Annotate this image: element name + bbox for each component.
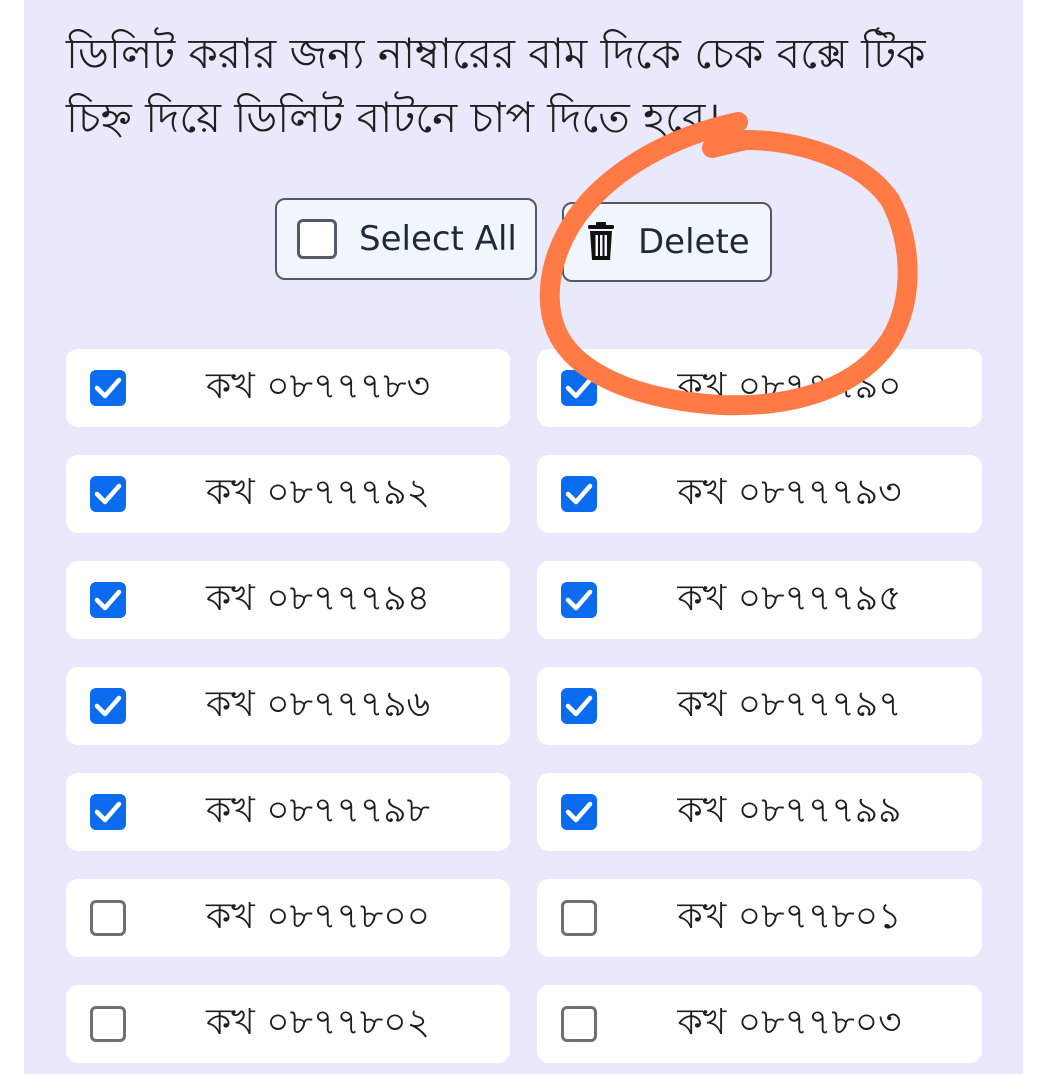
number-item[interactable]: কখ ০৮৭৭৭৯৫	[537, 561, 982, 639]
number-label: কখ ০৮৭৭৭৯৯	[677, 790, 902, 831]
instruction-text: ডিলিট করার জন্য নাম্বারের বাম দিকে চেক ব…	[66, 29, 926, 142]
number-label: কখ ০৮৭৭৮০২	[205, 1002, 431, 1043]
number-label: কখ ০৮৭৭৭৯৮	[206, 790, 430, 831]
number-item[interactable]: কখ ০৮৭৭৭৯৭	[537, 667, 982, 745]
number-label: কখ ০৮৭৭৭৯২	[205, 472, 431, 513]
number-item[interactable]: কখ ০৮৭৭৮০২	[66, 985, 510, 1063]
number-label: কখ ০৮৭৭৭৯৪	[206, 578, 430, 619]
number-label: কখ ০৮৭৭৭৯৫	[677, 578, 902, 619]
number-label: কখ ০৮৭৭৭৯৭	[677, 684, 902, 725]
number-list: কখ ০৮৭৭৭৮৩ কখ ০৮৭৭৭৯০ কখ ০৮৭৭৭৯২ কখ ০৮৭৭৭৯৩…	[66, 349, 982, 1063]
number-item[interactable]: কখ ০৮৭৭৭৯৬	[66, 667, 510, 745]
delete-label: Delete	[638, 222, 750, 262]
number-item[interactable]: কখ ০৮৭৭৮০১	[537, 879, 982, 957]
number-label: কখ ০৮৭৭৮০০	[205, 896, 431, 937]
number-label: কখ ০৮৭৭৮০১	[677, 896, 902, 937]
number-label: কখ ০৮৭৭৭৮৩	[205, 366, 431, 407]
delete-button[interactable]: Delete	[562, 202, 772, 282]
number-item[interactable]: কখ ০৮৭৭৭৯০	[537, 349, 982, 427]
trash-icon	[588, 222, 614, 260]
number-label: কখ ০৮৭৭৭৯৩	[677, 472, 902, 513]
number-label: কখ ০৮৭৭৭৯৬	[205, 684, 431, 725]
number-item[interactable]: কখ ০৮৭৭৭৮৩	[66, 349, 510, 427]
number-label: কখ ০৮৭৭৮০৩	[677, 1002, 902, 1043]
select-all-label: Select All	[359, 219, 517, 259]
number-item[interactable]: কখ ০৮৭৭৭৯৮	[66, 773, 510, 851]
number-item[interactable]: কখ ০৮৭৭৮০৩	[537, 985, 982, 1063]
number-item[interactable]: কখ ০৮৭৭৮০০	[66, 879, 510, 957]
select-all-button[interactable]: Select All	[275, 198, 537, 280]
number-label: কখ ০৮৭৭৭৯০	[677, 366, 902, 407]
number-item[interactable]: কখ ০৮৭৭৭৯৯	[537, 773, 982, 851]
select-all-checkbox[interactable]	[297, 219, 337, 259]
number-item[interactable]: কখ ০৮৭৭৭৯৪	[66, 561, 510, 639]
number-item[interactable]: কখ ০৮৭৭৭৯২	[66, 455, 510, 533]
number-item[interactable]: কখ ০৮৭৭৭৯৩	[537, 455, 982, 533]
